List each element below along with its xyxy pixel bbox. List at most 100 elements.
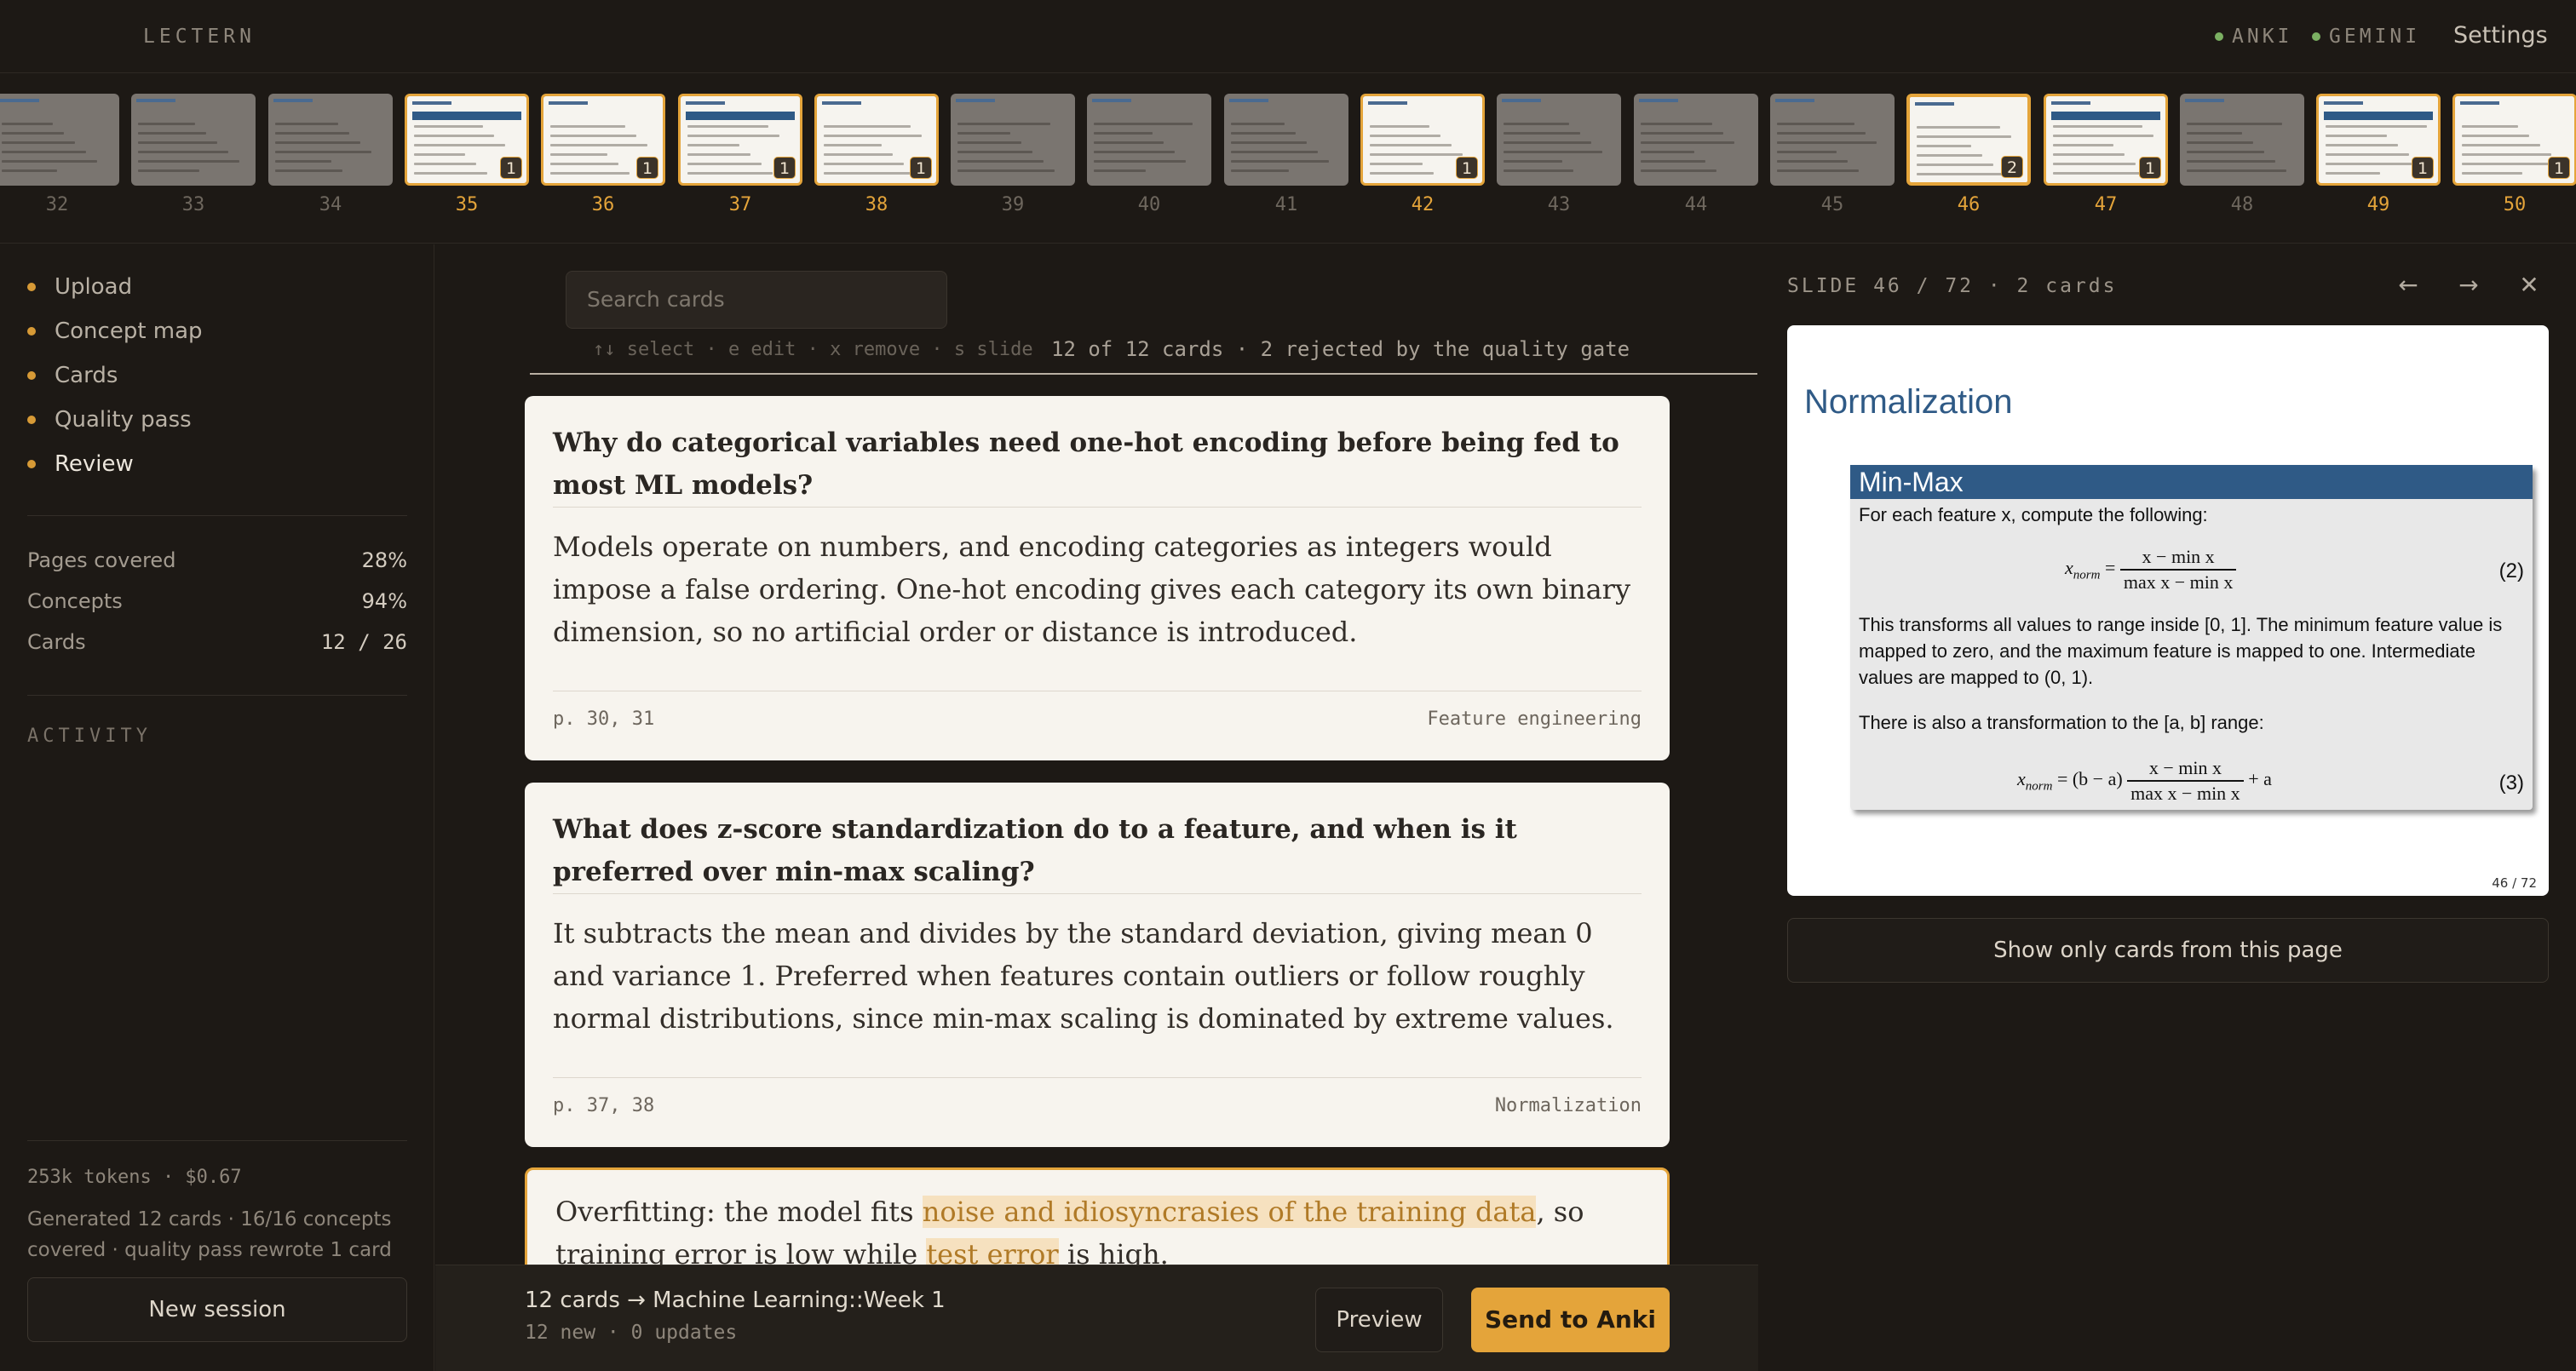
thumbnail-line-decoration xyxy=(414,153,465,156)
filter-by-page-button[interactable]: Show only cards from this page xyxy=(1787,918,2549,983)
close-icon[interactable]: ✕ xyxy=(2512,268,2546,302)
nav-label: Upload xyxy=(55,274,133,300)
slide-text: This transforms all values to range insi… xyxy=(1859,614,2503,688)
slide-thumbnail[interactable] xyxy=(2180,94,2304,186)
slide-thumbnail[interactable] xyxy=(1224,94,1348,186)
equation-symbol: x xyxy=(2065,557,2073,579)
slide-thumbnail[interactable] xyxy=(1634,94,1758,186)
new-session-button[interactable]: New session xyxy=(27,1277,407,1342)
thumbnail-title-decoration xyxy=(1639,99,1678,102)
fraction: x − min x max x − min x xyxy=(2119,545,2237,594)
thumbnail-line-decoration xyxy=(2,151,86,153)
preview-button[interactable]: Preview xyxy=(1315,1288,1443,1352)
thumbnail-line-decoration xyxy=(1231,141,1307,144)
card-separator xyxy=(553,507,1642,508)
thumbnail-line-decoration xyxy=(1094,123,1193,125)
card[interactable]: Why do categorical variables need one-ho… xyxy=(525,396,1670,760)
slide-thumbnail[interactable] xyxy=(131,94,256,186)
slide-thumbnail[interactable] xyxy=(1087,94,1211,186)
card-count-badge: 2 xyxy=(2001,156,2023,178)
card[interactable]: What does z-score standardization do to … xyxy=(525,783,1670,1147)
thumbnail-title-decoration xyxy=(136,99,175,102)
thumbnail-line-decoration xyxy=(550,135,636,137)
card-count-badge: 1 xyxy=(636,157,658,179)
nav-review[interactable]: Review xyxy=(27,451,134,477)
thumbnail-line-decoration xyxy=(2462,153,2551,156)
thumbnail-line-decoration xyxy=(1231,132,1296,135)
slide-thumbnail[interactable]: 2 xyxy=(1906,94,2031,186)
thumbnail-line-decoration xyxy=(1641,160,1705,163)
slide-thumbnail[interactable]: 1 xyxy=(678,94,802,186)
slide-thumbnail[interactable]: 1 xyxy=(1360,94,1485,186)
fraction-numerator: x − min x xyxy=(2127,756,2244,782)
send-to-anki-button[interactable]: Send to Anki xyxy=(1471,1288,1670,1352)
arrow-left-icon[interactable]: ← xyxy=(2391,268,2425,302)
slide-page-number: 37 xyxy=(728,194,752,215)
thumbnail-line-decoration xyxy=(414,135,494,137)
thumbnail-title-decoration xyxy=(2460,101,2499,105)
thumbnail-line-decoration xyxy=(275,141,360,144)
thumbnail-line-decoration xyxy=(957,132,1010,135)
thumbnail-line-decoration xyxy=(1917,154,1982,157)
thumbnail-line-decoration xyxy=(1641,151,1694,153)
thumbnail-title-decoration xyxy=(1775,99,1814,102)
thumbnail-line-decoration xyxy=(2462,125,2518,128)
slide-page-number: 41 xyxy=(1274,194,1298,215)
slide-thumbnail[interactable] xyxy=(951,94,1075,186)
thumbnail-line-decoration xyxy=(2187,160,2275,163)
thumbnail-header-decoration xyxy=(2051,112,2160,120)
slide-thumbnail[interactable]: 1 xyxy=(405,94,529,186)
stat-label: Concepts xyxy=(27,589,123,613)
slide-page-number: 38 xyxy=(865,194,888,215)
settings-link[interactable]: Settings xyxy=(2453,22,2548,49)
equation-symbol: x xyxy=(2017,768,2026,790)
card-concept: Normalization xyxy=(1494,1095,1642,1116)
slide-thumbnail[interactable]: 1 xyxy=(2316,94,2441,186)
anki-status: ANKI xyxy=(2215,26,2292,48)
thumbnail-line-decoration xyxy=(414,144,505,146)
divider xyxy=(27,515,407,516)
thumbnail-line-decoration xyxy=(1094,132,1153,135)
thumbnail-line-decoration xyxy=(957,141,1021,144)
thumbnail-title-decoration xyxy=(1915,102,1954,106)
nav-cards[interactable]: Cards xyxy=(27,363,118,388)
thumbnail-line-decoration xyxy=(550,144,647,146)
slide-thumbnail[interactable]: 1 xyxy=(814,94,939,186)
thumbnail-line-decoration xyxy=(824,125,911,128)
thumbnail-line-decoration xyxy=(2187,141,2253,144)
thumbnail-line-decoration xyxy=(275,169,342,172)
card-count-badge: 1 xyxy=(2548,157,2570,179)
slide-thumbnail[interactable] xyxy=(268,94,393,186)
slide-thumbnail[interactable] xyxy=(1770,94,1895,186)
thumbnail-line-decoration xyxy=(138,123,195,125)
slide-page-number: 48 xyxy=(2230,194,2254,215)
slide-thumbnail[interactable] xyxy=(0,94,119,186)
nav-upload[interactable]: Upload xyxy=(27,274,132,300)
slide-thumbnail[interactable]: 1 xyxy=(2044,94,2168,186)
card-count-badge: 1 xyxy=(773,157,796,179)
thumbnail-header-decoration xyxy=(686,112,795,120)
thumbnail-line-decoration xyxy=(1917,135,2011,138)
nav-label: Quality pass xyxy=(55,407,192,433)
slide-page-number: 46 xyxy=(1957,194,1981,215)
slide-thumbnail[interactable]: 1 xyxy=(2452,94,2576,186)
slide-thumbnail[interactable]: 1 xyxy=(541,94,665,186)
card-concept: Feature engineering xyxy=(1427,708,1642,730)
thumbnail-line-decoration xyxy=(550,172,630,175)
anki-status-label: ANKI xyxy=(2232,26,2293,48)
slide-preview: Normalization Min-Max For each feature x… xyxy=(1787,325,2549,896)
thumbnail-header-decoration xyxy=(2324,112,2433,120)
thumbnail-title-decoration xyxy=(1229,99,1268,102)
thumbnail-line-decoration xyxy=(2,160,97,163)
thumbnail-title-decoration xyxy=(1368,101,1407,105)
nav-concept-map[interactable]: Concept map xyxy=(27,318,203,344)
thumbnail-line-decoration xyxy=(1094,169,1146,172)
slide-thumbnail[interactable] xyxy=(1497,94,1621,186)
search-input[interactable]: Search cards xyxy=(566,271,947,329)
deck-meta: 12 new · 0 updates xyxy=(525,1322,738,1344)
arrow-right-icon[interactable]: → xyxy=(2452,268,2486,302)
card-count-badge: 1 xyxy=(2412,157,2434,179)
nav-quality-pass[interactable]: Quality pass xyxy=(27,407,192,433)
thumbnail-line-decoration xyxy=(2,132,64,135)
slide-page-number: 44 xyxy=(1684,194,1708,215)
